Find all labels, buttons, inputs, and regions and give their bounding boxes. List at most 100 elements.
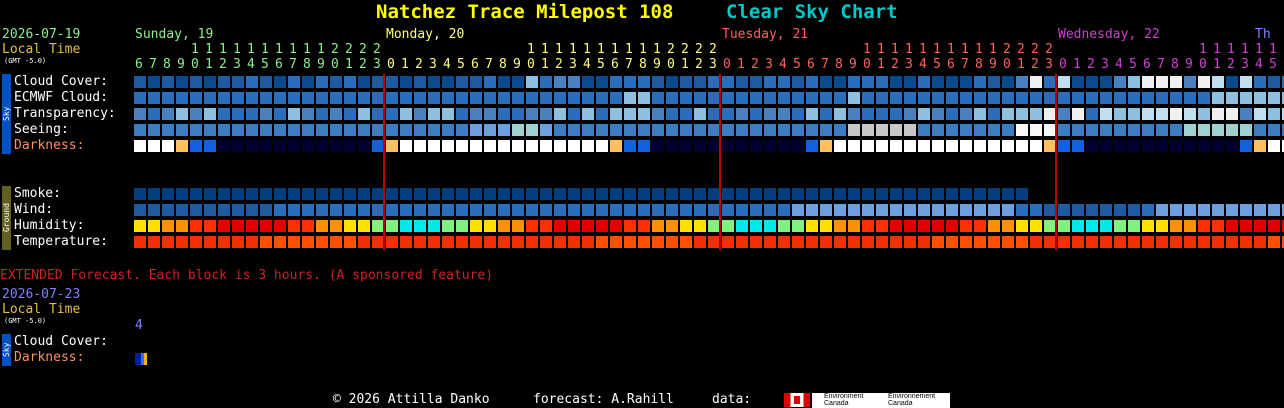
ecmwf-cloud-cell[interactable] [610,92,622,104]
seeing-cell[interactable] [1058,124,1070,136]
temperature-cell[interactable] [358,236,370,248]
wind-cell[interactable] [1212,204,1224,216]
transparency-cell[interactable] [176,108,188,120]
smoke-cell[interactable] [582,188,594,200]
darkness-cell[interactable] [148,140,160,152]
seeing-cell[interactable] [470,124,482,136]
ecmwf-cloud-cell[interactable] [736,92,748,104]
cloud-cover-cell[interactable] [624,76,636,88]
darkness-cell[interactable] [1086,140,1098,152]
smoke-cell[interactable] [680,188,692,200]
darkness-cell[interactable] [162,140,174,152]
temperature-cell[interactable] [778,236,790,248]
humidity-cell[interactable] [736,220,748,232]
cloud-cover-cell[interactable] [736,76,748,88]
seeing-cell[interactable] [260,124,272,136]
seeing-cell[interactable] [736,124,748,136]
ecmwf-cloud-cell[interactable] [358,92,370,104]
humidity-cell[interactable] [1100,220,1112,232]
wind-cell[interactable] [1016,204,1028,216]
wind-cell[interactable] [848,204,860,216]
darkness-cell[interactable] [834,140,846,152]
wind-cell[interactable] [736,204,748,216]
seeing-cell[interactable] [1170,124,1182,136]
darkness-cell[interactable] [596,140,608,152]
humidity-cell[interactable] [316,220,328,232]
transparency-cell[interactable] [428,108,440,120]
humidity-cell[interactable] [806,220,818,232]
darkness-cell[interactable] [302,140,314,152]
darkness-cell[interactable] [764,140,776,152]
smoke-cell[interactable] [554,188,566,200]
smoke-cell[interactable] [260,188,272,200]
darkness-cell[interactable] [638,140,650,152]
darkness-cell[interactable] [932,140,944,152]
humidity-cell[interactable] [148,220,160,232]
transparency-cell[interactable] [862,108,874,120]
temperature-cell[interactable] [470,236,482,248]
smoke-cell[interactable] [666,188,678,200]
temperature-cell[interactable] [582,236,594,248]
cloud-cover-cell[interactable] [1184,76,1196,88]
ecmwf-cloud-cell[interactable] [568,92,580,104]
ecmwf-cloud-cell[interactable] [1170,92,1182,104]
ecmwf-cloud-cell[interactable] [386,92,398,104]
humidity-cell[interactable] [1184,220,1196,232]
cloud-cover-cell[interactable] [1072,76,1084,88]
transparency-cell[interactable] [1058,108,1070,120]
seeing-cell[interactable] [218,124,230,136]
seeing-cell[interactable] [722,124,734,136]
humidity-cell[interactable] [1128,220,1140,232]
cloud-cover-cell[interactable] [540,76,552,88]
humidity-cell[interactable] [932,220,944,232]
darkness-cell[interactable] [1016,140,1028,152]
wind-cell[interactable] [400,204,412,216]
transparency-cell[interactable] [274,108,286,120]
temperature-cell[interactable] [526,236,538,248]
temperature-cell[interactable] [1058,236,1070,248]
cloud-cover-cell[interactable] [904,76,916,88]
cloud-cover-cell[interactable] [1128,76,1140,88]
seeing-cell[interactable] [1156,124,1168,136]
cloud-cover-cell[interactable] [232,76,244,88]
cloud-cover-cell[interactable] [820,76,832,88]
temperature-cell[interactable] [918,236,930,248]
cloud-cover-cell[interactable] [666,76,678,88]
humidity-cell[interactable] [176,220,188,232]
cloud-cover-cell[interactable] [302,76,314,88]
wind-cell[interactable] [974,204,986,216]
seeing-cell[interactable] [680,124,692,136]
smoke-cell[interactable] [274,188,286,200]
humidity-cell[interactable] [652,220,664,232]
transparency-cell[interactable] [652,108,664,120]
smoke-cell[interactable] [960,188,972,200]
seeing-cell[interactable] [610,124,622,136]
transparency-cell[interactable] [526,108,538,120]
humidity-cell[interactable] [624,220,636,232]
cloud-cover-cell[interactable] [610,76,622,88]
humidity-cell[interactable] [820,220,832,232]
cloud-cover-cell[interactable] [1016,76,1028,88]
wind-cell[interactable] [386,204,398,216]
seeing-cell[interactable] [792,124,804,136]
canada-flag-icon[interactable] [784,393,810,407]
seeing-cell[interactable] [974,124,986,136]
cloud-cover-cell[interactable] [134,76,146,88]
smoke-cell[interactable] [610,188,622,200]
cloud-cover-cell[interactable] [1170,76,1182,88]
darkness-cell[interactable] [1072,140,1084,152]
wind-cell[interactable] [330,204,342,216]
transparency-cell[interactable] [484,108,496,120]
ecmwf-cloud-cell[interactable] [274,92,286,104]
ecmwf-cloud-cell[interactable] [960,92,972,104]
temperature-cell[interactable] [974,236,986,248]
cloud-cover-cell[interactable] [204,76,216,88]
environment-canada-fr[interactable]: Environnement Canada [874,393,950,408]
darkness-cell[interactable] [442,140,454,152]
transparency-cell[interactable] [638,108,650,120]
seeing-cell[interactable] [148,124,160,136]
darkness-cell[interactable] [540,140,552,152]
darkness-cell[interactable] [512,140,524,152]
temperature-cell[interactable] [1226,236,1238,248]
darkness-cell[interactable] [190,140,202,152]
